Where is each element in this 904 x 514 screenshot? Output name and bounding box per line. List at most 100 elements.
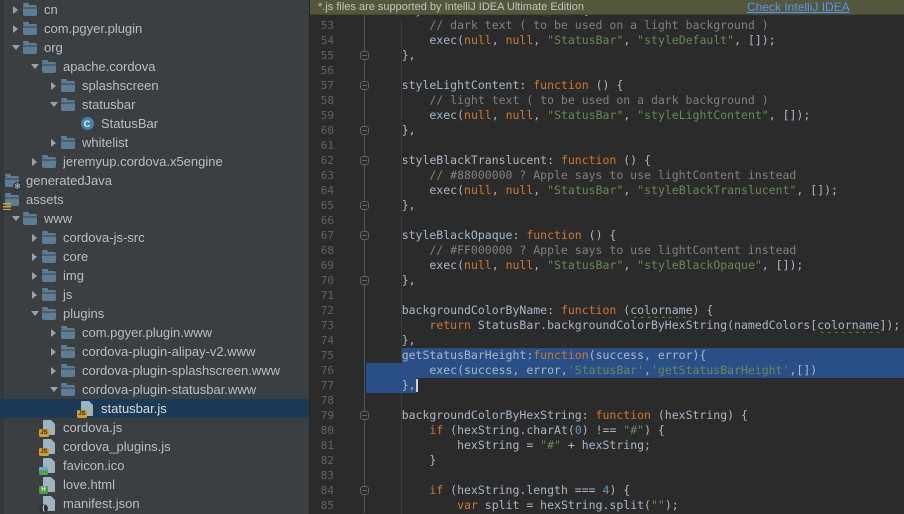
line-number[interactable]: 81 [310, 438, 365, 453]
line-number[interactable]: 71 [310, 288, 365, 303]
code-text[interactable]: exec(success, error,'StatusBar','getStat… [365, 363, 904, 378]
chevron-down-icon[interactable] [9, 45, 22, 50]
tree-item-core[interactable]: core [0, 247, 309, 266]
fold-end-marker[interactable]: − [360, 276, 369, 285]
tree-item-statusbar[interactable]: CStatusBar [0, 114, 309, 133]
line-number[interactable]: 66 [310, 213, 365, 228]
tree-item-cordova-plugin-alipay-v2-www[interactable]: cordova-plugin-alipay-v2.www [0, 342, 309, 361]
code-line-71[interactable]: 71 [310, 288, 904, 303]
tree-item-love-html[interactable]: Hlove.html [0, 475, 309, 494]
tree-item-www[interactable]: www [0, 209, 309, 228]
code-text[interactable]: }, [365, 123, 904, 138]
tree-item-img[interactable]: img [0, 266, 309, 285]
line-number[interactable]: 69 [310, 258, 365, 273]
code-line-66[interactable]: 66 [310, 213, 904, 228]
fold-start-marker[interactable]: − [360, 81, 369, 90]
chevron-right-icon[interactable] [28, 253, 41, 261]
code-line-76[interactable]: 76 exec(success, error,'StatusBar','getS… [310, 363, 904, 378]
line-number[interactable]: 67− [310, 228, 365, 243]
code-line-70[interactable]: 70− }, [310, 273, 904, 288]
chevron-down-icon[interactable] [47, 102, 60, 107]
line-number[interactable]: 68 [310, 243, 365, 258]
code-text[interactable] [365, 288, 904, 303]
code-line-83[interactable]: 83 [310, 468, 904, 483]
code-line-57[interactable]: 57− styleLightContent: function () { [310, 78, 904, 93]
code-line-64[interactable]: 64 exec(null, null, "StatusBar", "styleB… [310, 183, 904, 198]
tree-item-statusbar-js[interactable]: JSstatusbar.js [0, 399, 309, 418]
tree-item-favicon-ico[interactable]: favicon.ico [0, 456, 309, 475]
tree-item-js[interactable]: js [0, 285, 309, 304]
chevron-right-icon[interactable] [47, 82, 60, 90]
code-line-75[interactable]: 75 getStatusBarHeight:function(success, … [310, 348, 904, 363]
code-text[interactable]: return StatusBar.backgroundColorByHexStr… [365, 318, 904, 333]
code-line-74[interactable]: 74 }, [310, 333, 904, 348]
line-number[interactable]: 75 [310, 348, 365, 363]
tree-item-cordova-plugin-statusbar-www[interactable]: cordova-plugin-statusbar.www [0, 380, 309, 399]
tree-item-assets[interactable]: assets [0, 190, 309, 209]
line-number[interactable]: 70− [310, 273, 365, 288]
code-line-73[interactable]: 73 return StatusBar.backgroundColorByHex… [310, 318, 904, 333]
line-number[interactable]: 72 [310, 303, 365, 318]
tree-item-manifest-json[interactable]: {manifest.json [0, 494, 309, 513]
chevron-right-icon[interactable] [47, 348, 60, 356]
tree-item-cordova-js-src[interactable]: cordova-js-src [0, 228, 309, 247]
code-line-60[interactable]: 60− }, [310, 123, 904, 138]
code-line-55[interactable]: 55− }, [310, 48, 904, 63]
tree-item-apache-cordova[interactable]: apache.cordova [0, 57, 309, 76]
line-number[interactable]: 56 [310, 63, 365, 78]
line-number[interactable]: 84− [310, 483, 365, 498]
fold-end-marker[interactable]: − [360, 126, 369, 135]
chevron-right-icon[interactable] [28, 234, 41, 242]
code-line-85[interactable]: 85 var split = hexString.split(""); [310, 498, 904, 513]
tree-item-cordova-plugins-js[interactable]: JScordova_plugins.js [0, 437, 309, 456]
line-number[interactable]: 74 [310, 333, 365, 348]
code-line-54[interactable]: 54 exec(null, null, "StatusBar", "styleD… [310, 33, 904, 48]
code-text[interactable]: } [365, 453, 904, 468]
code-text[interactable]: exec(null, null, "StatusBar", "styleDefa… [365, 33, 904, 48]
banner-link[interactable]: Check IntelliJ IDEA [747, 0, 850, 14]
tree-item-generatedjava[interactable]: ✻generatedJava [0, 171, 309, 190]
tree-item-org[interactable]: org [0, 38, 309, 57]
code-line-58[interactable]: 58 // light text ( to be used on a dark … [310, 93, 904, 108]
code-text[interactable]: styleBlackOpaque: function () { [365, 228, 904, 243]
line-number[interactable]: 82 [310, 453, 365, 468]
line-number[interactable]: 59 [310, 108, 365, 123]
code-text[interactable]: }, [365, 48, 904, 63]
fold-start-marker[interactable]: − [360, 231, 369, 240]
fold-end-marker[interactable]: − [360, 51, 369, 60]
code-text[interactable]: if (hexString.charAt(0) !== "#") { [365, 423, 904, 438]
code-line-68[interactable]: 68 // #FF000000 ? Apple says to use ligh… [310, 243, 904, 258]
line-number[interactable]: 62− [310, 153, 365, 168]
code-text[interactable]: }, [365, 378, 904, 393]
code-text[interactable]: // #88000000 ? Apple says to use lightCo… [365, 168, 904, 183]
tree-item-splashscreen[interactable]: splashscreen [0, 76, 309, 95]
code-text[interactable] [365, 138, 904, 153]
code-line-80[interactable]: 80 if (hexString.charAt(0) !== "#") { [310, 423, 904, 438]
tree-item-whitelist[interactable]: whitelist [0, 133, 309, 152]
code-text[interactable]: hexString = "#" + hexString; [365, 438, 904, 453]
tree-item-cn[interactable]: cn [0, 0, 309, 19]
code-text[interactable]: styleLightContent: function () { [365, 78, 904, 93]
code-text[interactable] [365, 393, 904, 408]
line-number[interactable]: 54 [310, 33, 365, 48]
chevron-right-icon[interactable] [47, 367, 60, 375]
tree-item-cordova-js[interactable]: JScordova.js [0, 418, 309, 437]
code-text[interactable]: exec(null, null, "StatusBar", "styleBlac… [365, 258, 904, 273]
tree-item-plugins[interactable]: plugins [0, 304, 309, 323]
code-line-53[interactable]: 53 // dark text ( to be used on a light … [310, 18, 904, 33]
line-number[interactable]: 55− [310, 48, 365, 63]
code-line-82[interactable]: 82 } [310, 453, 904, 468]
code-text[interactable]: var split = hexString.split(""); [365, 498, 904, 513]
line-number[interactable]: 64 [310, 183, 365, 198]
chevron-right-icon[interactable] [28, 158, 41, 166]
tree-item-com-pgyer-plugin[interactable]: com.pgyer.plugin [0, 19, 309, 38]
code-text[interactable] [365, 63, 904, 78]
code-line-59[interactable]: 59 exec(null, null, "StatusBar", "styleL… [310, 108, 904, 123]
code-text[interactable]: // dark text ( to be used on a light bac… [365, 18, 904, 33]
code-line-61[interactable]: 61 [310, 138, 904, 153]
line-number[interactable]: 76 [310, 363, 365, 378]
fold-start-marker[interactable]: − [360, 156, 369, 165]
tree-item-jeremyup-cordova-x5engine[interactable]: jeremyup.cordova.x5engine [0, 152, 309, 171]
code-text[interactable]: }, [365, 198, 904, 213]
code-line-77[interactable]: 77 }, [310, 378, 904, 393]
